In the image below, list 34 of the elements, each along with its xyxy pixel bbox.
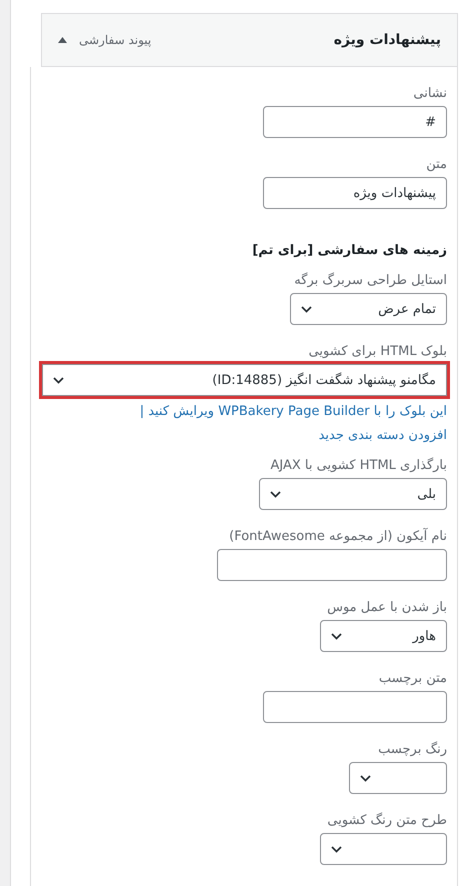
select-dropdown[interactable]: بلی — [259, 478, 447, 510]
field-label: نشانی — [413, 85, 447, 103]
chevron-down-icon — [331, 846, 342, 852]
field-label: متن — [426, 156, 447, 174]
chevron-down-icon — [360, 774, 371, 782]
input-field[interactable] — [217, 549, 447, 581]
link[interactable]: این بلوک را با WPBakery Page Builder ویرایش کنید — [148, 404, 447, 419]
select-dropdown[interactable]: هاور — [320, 620, 447, 652]
input-field[interactable] — [263, 691, 447, 723]
field-label: نام آیکون (از مجموعه FontAwesome) — [229, 528, 447, 546]
select-dropdown[interactable] — [320, 833, 447, 865]
chevron-down-icon — [301, 306, 312, 312]
field-label: باز شدن با عمل موس — [327, 599, 447, 617]
input-field[interactable]: پیشنهادات ویژه — [263, 177, 447, 209]
field-label: رنگ برچسب — [378, 741, 447, 759]
link-separator: | — [140, 404, 144, 419]
panel-title: پیشنهادات ویژه — [334, 32, 441, 48]
field-label: متن برچسب — [378, 670, 447, 688]
field-label: بلوک HTML برای کشویی — [308, 343, 447, 361]
field-label: طرح متن رنگ کشویی — [327, 812, 447, 830]
field-label: استایل طراحی سربرگ برگه — [294, 272, 447, 290]
field-label: بارگذاری HTML کشویی با AJAX — [270, 457, 447, 475]
select-dropdown[interactable] — [349, 762, 447, 794]
chevron-down-icon — [53, 376, 64, 384]
section-heading: زمینه های سفارشی [برای تم] — [252, 243, 447, 258]
chevron-down-icon — [270, 490, 281, 498]
item-type-label: پیوند سفارشی — [79, 33, 152, 47]
select-dropdown[interactable]: مگامنو پیشنهاد شگفت انگیز (ID:14885) — [42, 364, 447, 396]
select-dropdown[interactable]: تمام عرض — [290, 293, 447, 325]
chevron-down-icon — [331, 632, 342, 640]
link[interactable]: افزودن دسته بندی جدید — [318, 428, 447, 443]
collapse-arrow-icon[interactable] — [58, 37, 67, 43]
input-field[interactable]: # — [263, 106, 447, 138]
panel-header[interactable]: پیشنهادات ویژه پیوند سفارشی — [41, 13, 458, 67]
